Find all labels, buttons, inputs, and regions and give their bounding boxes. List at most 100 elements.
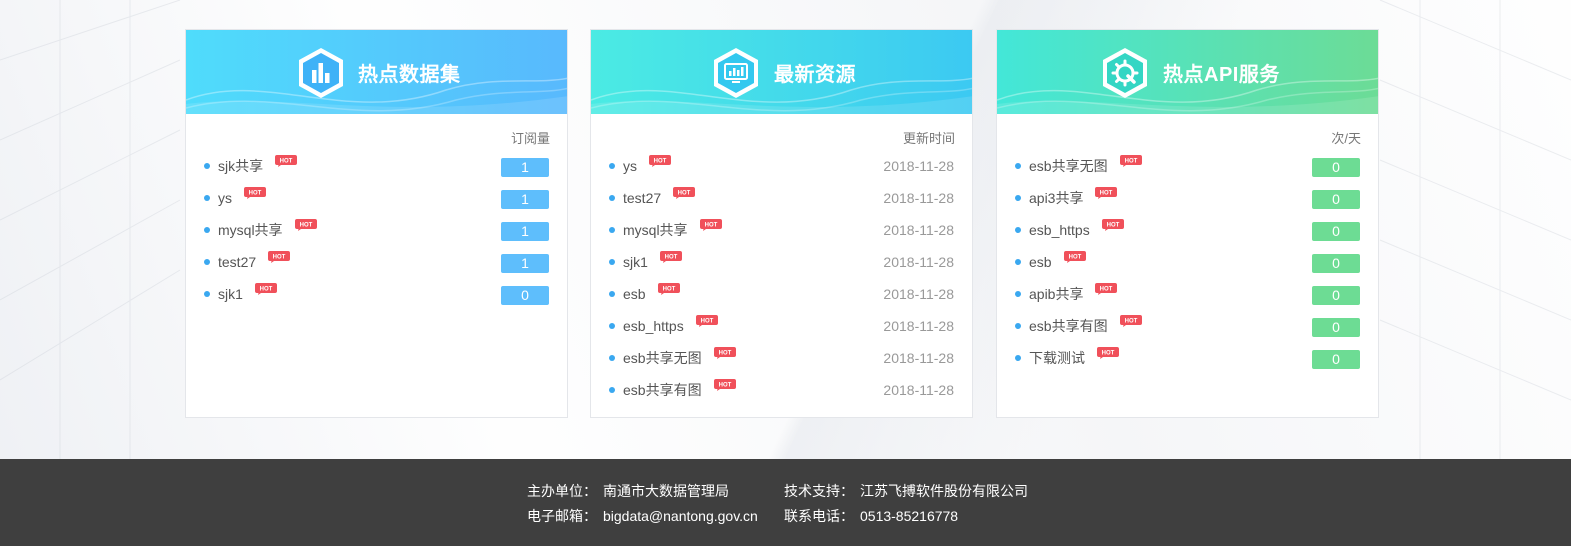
footer-email-label: 电子邮箱：: [527, 508, 597, 524]
card-title: 热点API服务: [1163, 64, 1280, 86]
item-name[interactable]: ys: [623, 158, 637, 174]
daily-calls-count: 0: [1312, 254, 1360, 273]
item-name[interactable]: esb共享有图: [1029, 316, 1108, 336]
hot-badge-icon: HOT: [1095, 283, 1118, 295]
item-name[interactable]: sjk1: [218, 286, 243, 302]
dataset-list: sjk共享 HOT 1 ys HOT 1 mysql共享 HOT 1 test2…: [204, 150, 549, 310]
list-item[interactable]: apib共享 HOT 0: [1015, 278, 1360, 310]
list-item[interactable]: mysql共享 HOT 2018-11-28: [609, 214, 954, 246]
hot-badge-icon: HOT: [1119, 315, 1142, 327]
hot-badge-icon: HOT: [649, 155, 671, 167]
latest-resources-card: 最新资源 更新时间 ys HOT 2018-11-28 test27 HOT 2…: [590, 29, 973, 418]
list-item[interactable]: sjk1 HOT 0: [204, 278, 549, 310]
list-item[interactable]: api3共享 HOT 0: [1015, 182, 1360, 214]
item-name[interactable]: esb_https: [623, 318, 684, 334]
list-item[interactable]: esb HOT 2018-11-28: [609, 278, 954, 310]
list-item[interactable]: esb共享有图 HOT 2018-11-28: [609, 374, 954, 406]
list-item[interactable]: esb共享有图 HOT 0: [1015, 310, 1360, 342]
column-label: 更新时间: [902, 131, 955, 146]
list-item[interactable]: sjk1 HOT 2018-11-28: [609, 246, 954, 278]
svg-text:HOT: HOT: [249, 191, 262, 197]
hot-badge-icon: HOT: [294, 219, 317, 231]
card-header: 最新资源: [591, 30, 972, 114]
hot-badge-icon: HOT: [268, 251, 291, 263]
list-item[interactable]: test27 HOT 2018-11-28: [609, 182, 954, 214]
list-item[interactable]: esb_https HOT 2018-11-28: [609, 310, 954, 342]
item-name[interactable]: test27: [623, 190, 661, 206]
item-name[interactable]: esb共享无图: [623, 348, 702, 368]
list-item[interactable]: sjk共享 HOT 1: [204, 150, 549, 182]
bullet-dot: [609, 355, 615, 361]
item-name[interactable]: esb: [1029, 254, 1052, 270]
item-name[interactable]: test27: [218, 254, 256, 270]
subscription-count: 1: [501, 158, 549, 177]
item-name[interactable]: sjk1: [623, 254, 648, 270]
bullet-dot: [609, 227, 615, 233]
hot-badge-icon: HOT: [1119, 155, 1142, 167]
subscription-count: 1: [501, 222, 549, 241]
footer-host-value: 南通市大数据管理局: [603, 483, 729, 499]
daily-calls-count: 0: [1312, 318, 1360, 337]
svg-text:HOT: HOT: [1106, 223, 1119, 229]
hot-datasets-card: 热点数据集 订阅量 sjk共享 HOT 1 ys HOT 1 mysql共享 H…: [185, 29, 568, 418]
svg-text:HOT: HOT: [1100, 191, 1113, 197]
list-item[interactable]: mysql共享 HOT 1: [204, 214, 549, 246]
bullet-dot: [609, 387, 615, 393]
item-name[interactable]: api3共享: [1029, 188, 1083, 208]
svg-text:HOT: HOT: [1102, 351, 1115, 357]
item-name[interactable]: sjk共享: [218, 156, 263, 176]
hot-badge-icon: HOT: [657, 283, 680, 295]
item-name[interactable]: esb共享无图: [1029, 156, 1108, 176]
hot-badge-icon: HOT: [713, 379, 736, 391]
bullet-dot: [1015, 227, 1021, 233]
svg-text:HOT: HOT: [1124, 159, 1137, 165]
resource-list: ys HOT 2018-11-28 test27 HOT 2018-11-28 …: [609, 150, 954, 406]
item-name[interactable]: esb共享有图: [623, 380, 702, 400]
item-name[interactable]: mysql共享: [623, 220, 688, 240]
footer-email-value[interactable]: bigdata@nantong.gov.cn: [603, 508, 758, 524]
list-item[interactable]: esb共享无图 HOT 2018-11-28: [609, 342, 954, 374]
list-item[interactable]: esb HOT 0: [1015, 246, 1360, 278]
item-name[interactable]: ys: [218, 190, 232, 206]
daily-calls-count: 0: [1312, 350, 1360, 369]
item-name[interactable]: esb_https: [1029, 222, 1090, 238]
bullet-dot: [204, 259, 210, 265]
item-name[interactable]: mysql共享: [218, 220, 283, 240]
gear-wrench-icon: [1103, 48, 1147, 98]
hot-badge-icon: HOT: [1097, 347, 1119, 359]
bullet-dot: [1015, 355, 1021, 361]
item-name[interactable]: 下载测试: [1029, 348, 1085, 368]
subscription-count: 1: [501, 254, 549, 273]
update-date: 2018-11-28: [883, 190, 954, 206]
bullet-dot: [609, 259, 615, 265]
update-date: 2018-11-28: [883, 254, 954, 270]
hot-badge-icon: HOT: [673, 187, 696, 199]
svg-text:HOT: HOT: [299, 223, 312, 229]
svg-text:HOT: HOT: [678, 191, 691, 197]
footer-support-value[interactable]: 江苏飞搏软件股份有限公司: [860, 483, 1028, 499]
hot-badge-icon: HOT: [699, 219, 722, 231]
list-item[interactable]: esb共享无图 HOT 0: [1015, 150, 1360, 182]
list-item[interactable]: test27 HOT 1: [204, 246, 549, 278]
list-item[interactable]: esb_https HOT 0: [1015, 214, 1360, 246]
footer-host: 主办单位： 南通市大数据管理局: [527, 481, 729, 501]
bullet-dot: [1015, 323, 1021, 329]
api-list: esb共享无图 HOT 0 api3共享 HOT 0 esb_https HOT…: [1015, 150, 1360, 374]
daily-calls-count: 0: [1312, 158, 1360, 177]
svg-text:HOT: HOT: [260, 287, 273, 293]
list-item[interactable]: ys HOT 2018-11-28: [609, 150, 954, 182]
item-name[interactable]: apib共享: [1029, 284, 1083, 304]
hot-badge-icon: HOT: [244, 187, 266, 199]
bullet-dot: [1015, 163, 1021, 169]
daily-calls-count: 0: [1312, 286, 1360, 305]
list-item[interactable]: ys HOT 1: [204, 182, 549, 214]
list-item[interactable]: 下载测试 HOT 0: [1015, 342, 1360, 374]
update-date: 2018-11-28: [883, 286, 954, 302]
bullet-dot: [204, 163, 210, 169]
svg-text:HOT: HOT: [654, 159, 667, 165]
bullet-dot: [1015, 195, 1021, 201]
item-name[interactable]: esb: [623, 286, 646, 302]
svg-text:HOT: HOT: [1068, 255, 1081, 261]
hot-badge-icon: HOT: [1063, 251, 1086, 263]
svg-text:HOT: HOT: [718, 351, 731, 357]
